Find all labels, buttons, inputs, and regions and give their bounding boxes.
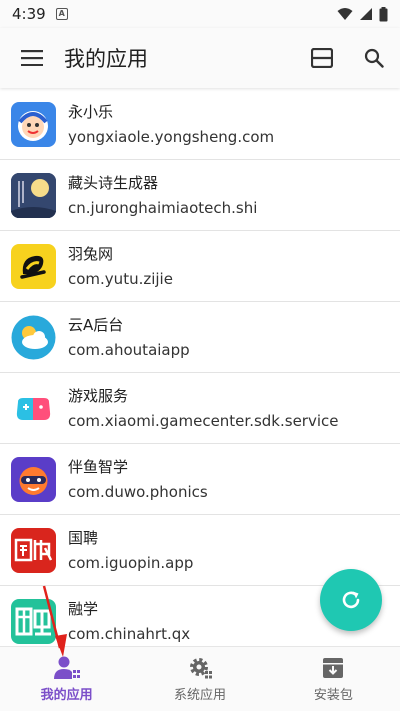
list-item[interactable]: 云A后台 com.ahoutaiapp xyxy=(0,302,400,373)
nav-label: 安装包 xyxy=(313,687,353,703)
notification-badge-icon: A xyxy=(55,8,68,20)
user-apps-icon xyxy=(53,656,80,679)
app-name: 游戏服务 xyxy=(68,386,129,405)
app-package: com.chinahrt.qx xyxy=(68,624,191,643)
signal-icon xyxy=(360,8,372,20)
app-name: 永小乐 xyxy=(68,102,114,121)
app-icon-guopin xyxy=(11,527,56,573)
nav-tab-my-apps[interactable]: 我的应用 xyxy=(0,647,133,711)
bottom-navigation: 我的应用 系统应用 安装包 xyxy=(0,646,400,711)
app-package: com.ahoutaiapp xyxy=(68,340,190,359)
archive-download-icon xyxy=(323,657,344,678)
app-icon-rongxue xyxy=(11,598,56,644)
refresh-button[interactable] xyxy=(320,569,382,631)
app-name: 云A后台 xyxy=(68,315,124,334)
nav-label: 系统应用 xyxy=(173,687,226,703)
nav-label: 我的应用 xyxy=(40,687,93,703)
hamburger-menu-icon xyxy=(21,50,43,66)
list-item[interactable]: 藏头诗生成器 cn.juronghaimiaotech.shi xyxy=(0,160,400,231)
app-bar: 我的应用 xyxy=(0,28,400,88)
app-list: 永小乐 yongxiaole.yongsheng.com 藏头诗生成器 cn.j… xyxy=(0,89,400,646)
app-icon-yongxiaole xyxy=(11,101,56,147)
app-name: 国聘 xyxy=(68,528,99,547)
app-package: com.iguopin.app xyxy=(68,553,194,572)
list-item[interactable]: 伴鱼智学 com.duwo.phonics xyxy=(0,444,400,515)
app-name: 藏头诗生成器 xyxy=(68,173,159,192)
wifi-icon xyxy=(337,8,353,20)
app-name: 伴鱼智学 xyxy=(68,457,129,476)
status-bar: 4:39 A xyxy=(0,0,400,28)
search-icon xyxy=(364,48,384,68)
battery-icon xyxy=(379,6,388,21)
nav-tab-packages[interactable]: 安装包 xyxy=(267,647,400,711)
list-item[interactable]: 游戏服务 com.xiaomi.gamecenter.sdk.service xyxy=(0,373,400,444)
app-package: com.yutu.zijie xyxy=(68,269,173,288)
menu-button[interactable] xyxy=(0,28,64,88)
search-button[interactable] xyxy=(348,28,400,88)
app-package: yongxiaole.yongsheng.com xyxy=(68,127,275,146)
list-item[interactable]: 羽兔网 com.yutu.zijie xyxy=(0,231,400,302)
app-icon-banyu xyxy=(11,456,56,502)
app-package: cn.juronghaimiaotech.shi xyxy=(68,198,258,217)
app-icon-game-service xyxy=(11,385,56,431)
app-package: com.duwo.phonics xyxy=(68,482,208,501)
app-icon-yunahoutai xyxy=(11,314,56,360)
status-time: 4:39 xyxy=(12,5,46,23)
refresh-icon xyxy=(342,591,360,609)
app-package: com.xiaomi.gamecenter.sdk.service xyxy=(68,411,339,430)
app-name: 融学 xyxy=(68,599,99,618)
page-title: 我的应用 xyxy=(64,47,148,71)
status-indicators xyxy=(337,6,388,22)
app-icon-cangtoushi xyxy=(11,172,56,218)
view-toggle-icon xyxy=(311,48,333,68)
nav-tab-system-apps[interactable]: 系统应用 xyxy=(133,647,266,711)
view-toggle-button[interactable] xyxy=(296,28,348,88)
app-icon-yutu xyxy=(11,243,56,289)
app-name: 羽兔网 xyxy=(68,244,114,263)
gear-apps-icon xyxy=(189,657,212,678)
list-item[interactable]: 永小乐 yongxiaole.yongsheng.com xyxy=(0,89,400,160)
